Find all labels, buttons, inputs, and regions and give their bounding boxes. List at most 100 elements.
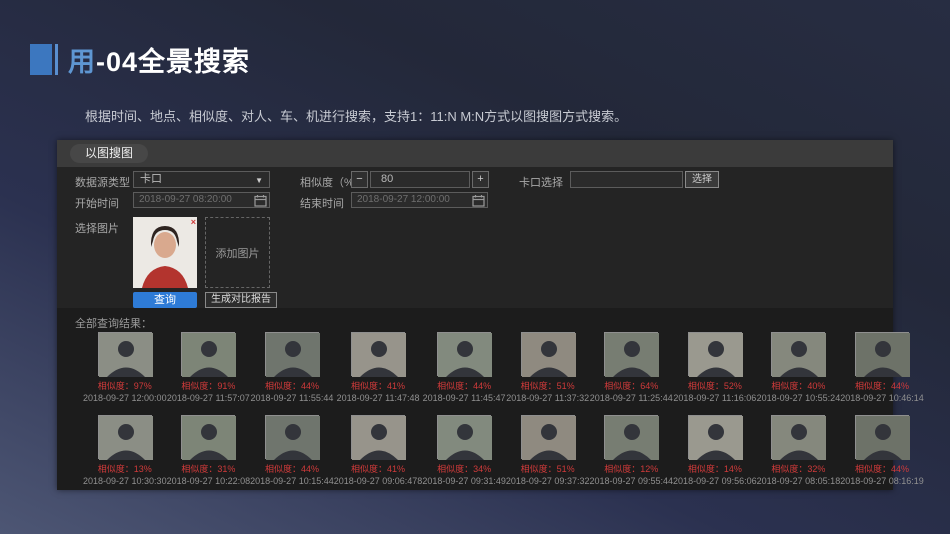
calendar-icon[interactable]	[472, 194, 485, 207]
result-photo[interactable]	[521, 415, 575, 459]
title-marker	[30, 44, 52, 75]
datasource-select[interactable]: 卡口 ▼	[133, 171, 270, 188]
result-item[interactable]: 相似度：44%2018-09-27 10:15:44	[250, 415, 334, 486]
result-photo[interactable]	[437, 415, 491, 459]
result-similarity: 相似度：44%	[855, 462, 909, 475]
result-timestamp: 2018-09-27 10:15:44	[250, 476, 334, 486]
datasource-value: 卡口	[140, 173, 162, 185]
result-similarity: 相似度：52%	[688, 379, 742, 392]
result-similarity: 相似度：51%	[521, 379, 575, 392]
result-timestamp: 2018-09-27 08:05:18	[757, 476, 841, 486]
result-photo[interactable]	[181, 415, 235, 459]
result-timestamp: 2018-09-27 11:25:44	[590, 393, 673, 403]
result-item[interactable]: 相似度：51%2018-09-27 09:37:32	[506, 415, 590, 486]
result-item[interactable]: 相似度：31%2018-09-27 10:22:08	[167, 415, 251, 486]
result-similarity: 相似度：13%	[98, 462, 152, 475]
result-timestamp: 2018-09-27 10:30:30	[83, 476, 167, 486]
datasource-label: 数据源类型	[75, 174, 130, 190]
result-photo[interactable]	[604, 332, 658, 376]
results-grid: 相似度：97%2018-09-27 12:00:00相似度：91%2018-09…	[83, 332, 875, 486]
result-similarity: 相似度：31%	[181, 462, 235, 475]
result-similarity: 相似度：64%	[604, 379, 658, 392]
result-similarity: 相似度：44%	[855, 379, 909, 392]
result-photo[interactable]	[771, 332, 825, 376]
result-item[interactable]: 相似度：64%2018-09-27 11:25:44	[589, 332, 673, 403]
result-item[interactable]: 相似度：44%2018-09-27 11:55:44	[250, 332, 334, 403]
result-item[interactable]: 相似度：41%2018-09-27 09:06:478	[334, 415, 423, 486]
result-photo[interactable]	[181, 332, 235, 376]
result-photo[interactable]	[855, 415, 909, 459]
result-timestamp: 2018-09-27 10:55:24	[757, 393, 841, 403]
panel-header: 以图搜图	[57, 140, 893, 167]
remove-photo-icon[interactable]: ×	[191, 217, 196, 227]
checkpoint-select-button[interactable]: 选择	[685, 171, 719, 188]
result-item[interactable]: 相似度：97%2018-09-27 12:00:00	[83, 332, 167, 403]
title-marker-bar	[55, 44, 58, 75]
search-panel: 以图搜图 数据源类型 卡口 ▼ 相似度（%） − 80 + 卡口选择 选择 开始…	[57, 140, 893, 490]
result-item[interactable]: 相似度：32%2018-09-27 08:05:18	[757, 415, 841, 486]
result-photo[interactable]	[351, 332, 405, 376]
result-timestamp: 2018-09-27 11:57:07	[167, 393, 250, 403]
result-timestamp: 2018-09-27 09:37:32	[506, 476, 590, 486]
result-timestamp: 2018-09-27 09:31:49	[422, 476, 506, 486]
result-item[interactable]: 相似度：41%2018-09-27 11:47:48	[334, 332, 423, 403]
page-title: 用-04全景搜索	[68, 40, 250, 79]
checkpoint-input[interactable]	[570, 171, 683, 188]
result-similarity: 相似度：91%	[181, 379, 235, 392]
result-similarity: 相似度：51%	[521, 462, 575, 475]
result-timestamp: 2018-09-27 11:55:44	[250, 393, 333, 403]
result-similarity: 相似度：41%	[351, 379, 405, 392]
result-item[interactable]: 相似度：40%2018-09-27 10:55:24	[757, 332, 841, 403]
result-similarity: 相似度：97%	[98, 379, 152, 392]
similarity-plus-button[interactable]: +	[472, 171, 489, 188]
result-timestamp: 2018-09-27 11:16:06	[673, 393, 756, 403]
page-description: 根据时间、地点、相似度、对人、车、机进行搜索，支持1：11:N M:N方式以图搜…	[85, 106, 627, 125]
result-item[interactable]: 相似度：52%2018-09-27 11:16:06	[673, 332, 757, 403]
query-photo[interactable]: ×	[133, 217, 197, 288]
result-photo[interactable]	[771, 415, 825, 459]
result-similarity: 相似度：44%	[265, 462, 319, 475]
select-image-label: 选择图片	[75, 220, 119, 236]
result-item[interactable]: 相似度：44%2018-09-27 08:16:19	[840, 415, 924, 486]
result-photo[interactable]	[855, 332, 909, 376]
result-photo[interactable]	[98, 332, 152, 376]
similarity-minus-button[interactable]: −	[351, 171, 368, 188]
similarity-value-field[interactable]: 80	[370, 171, 470, 188]
result-item[interactable]: 相似度：14%2018-09-27 09:56:06	[673, 415, 757, 486]
result-photo[interactable]	[521, 332, 575, 376]
start-time-input[interactable]: 2018-09-27 08:20:00	[133, 192, 270, 208]
calendar-icon[interactable]	[254, 194, 267, 207]
result-item[interactable]: 相似度：13%2018-09-27 10:30:30	[83, 415, 167, 486]
checkpoint-label: 卡口选择	[519, 174, 563, 190]
result-similarity: 相似度：40%	[771, 379, 825, 392]
result-photo[interactable]	[265, 332, 319, 376]
tab-image-search[interactable]: 以图搜图	[70, 144, 148, 163]
result-photo[interactable]	[98, 415, 152, 459]
result-similarity: 相似度：44%	[437, 379, 491, 392]
result-photo[interactable]	[604, 415, 658, 459]
result-item[interactable]: 相似度：44%2018-09-27 11:45:47	[422, 332, 506, 403]
chevron-down-icon: ▼	[255, 173, 263, 188]
query-button[interactable]: 查询	[133, 292, 197, 308]
result-similarity: 相似度：44%	[265, 379, 319, 392]
end-time-input[interactable]: 2018-09-27 12:00:00	[351, 192, 488, 208]
result-timestamp: 2018-09-27 10:46:14	[840, 393, 924, 403]
result-item[interactable]: 相似度：44%2018-09-27 10:46:14	[840, 332, 924, 403]
result-photo[interactable]	[688, 415, 742, 459]
result-photo[interactable]	[351, 415, 405, 459]
page-header: 用-04全景搜索	[30, 40, 250, 79]
end-time-label: 结束时间	[300, 195, 344, 211]
add-image-button[interactable]: 添加图片	[205, 217, 270, 288]
result-item[interactable]: 相似度：34%2018-09-27 09:31:49	[422, 415, 506, 486]
result-item[interactable]: 相似度：91%2018-09-27 11:57:07	[167, 332, 251, 403]
result-similarity: 相似度：32%	[771, 462, 825, 475]
result-timestamp: 2018-09-27 11:37:32	[506, 393, 589, 403]
result-photo[interactable]	[265, 415, 319, 459]
generate-report-button[interactable]: 生成对比报告	[205, 292, 277, 308]
result-item[interactable]: 相似度：12%2018-09-27 09:55:44	[589, 415, 673, 486]
result-photo[interactable]	[688, 332, 742, 376]
result-photo[interactable]	[437, 332, 491, 376]
result-similarity: 相似度：14%	[688, 462, 742, 475]
result-item[interactable]: 相似度：51%2018-09-27 11:37:32	[506, 332, 590, 403]
result-timestamp: 2018-09-27 09:06:478	[334, 476, 423, 486]
